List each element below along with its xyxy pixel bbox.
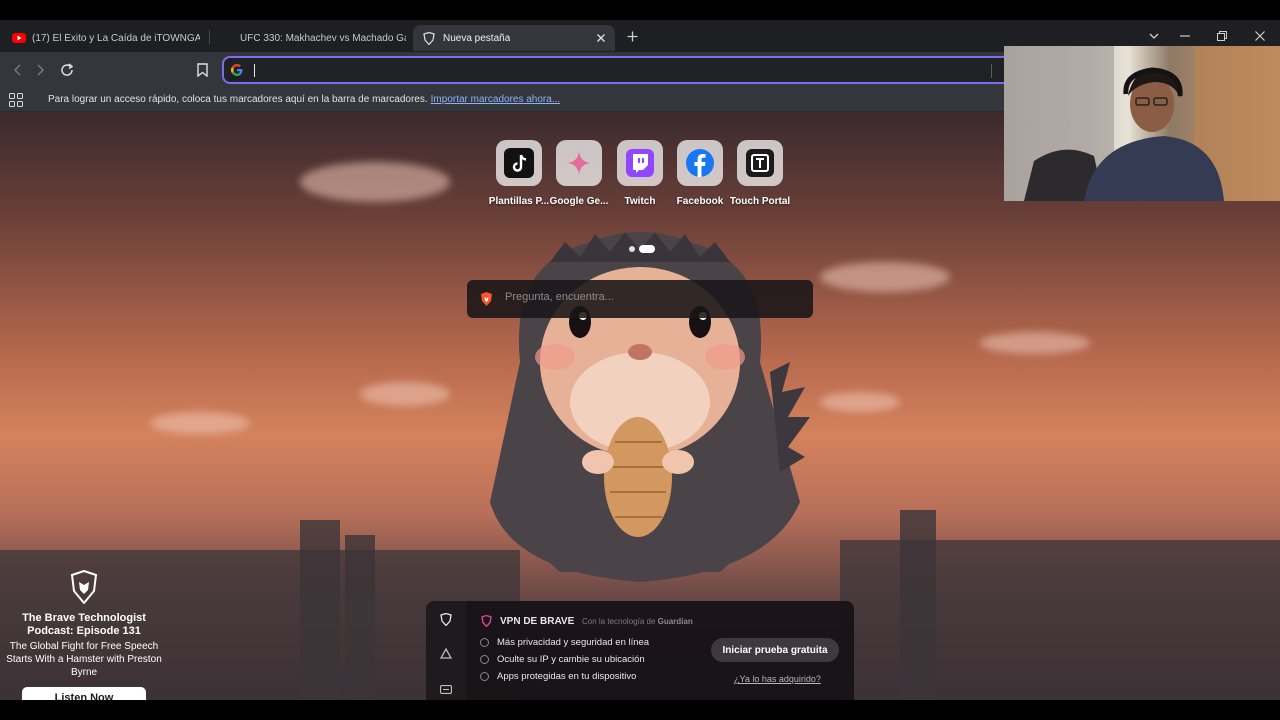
arrow-left-icon [14, 64, 21, 76]
twitch-icon [626, 149, 654, 177]
vpn-title: VPN DE BRAVE [500, 616, 575, 627]
hamster-illustration [490, 232, 810, 582]
vpn-feature-text: Apps protegidas en tu dispositivo [497, 671, 637, 682]
omnibox-divider [991, 64, 992, 78]
bookmarks-hint: Para lograr un acceso rápido, coloca tus… [48, 94, 428, 105]
shortcut-tile [496, 140, 542, 186]
tab-youtube[interactable]: (17) El Éxito y La Caída de iTOWNGAMEPLA… [8, 25, 200, 51]
back-button[interactable] [7, 60, 27, 80]
shortcut-page-dots[interactable] [629, 245, 659, 253]
shortcut-label: Google Ge... [549, 196, 609, 207]
check-circle-icon [480, 672, 489, 681]
reload-icon [61, 63, 74, 76]
tab-label: Nueva pestaña [443, 32, 511, 44]
touch-portal-icon [746, 149, 774, 177]
vpn-widget: VPN DE BRAVE Con la tecnología de Guardi… [466, 601, 854, 700]
tab-label: (17) El Éxito y La Caída de iTOWNGAMEPLA… [32, 32, 200, 44]
background-cloud [820, 262, 950, 292]
shortcut-google-gemini[interactable]: Google Ge... [544, 140, 614, 207]
restore-button[interactable] [1212, 26, 1232, 46]
podcast-description: The Global Fight for Free Speech Starts … [6, 641, 162, 678]
forward-button[interactable] [31, 60, 51, 80]
address-bar[interactable] [222, 56, 1022, 84]
search-box[interactable] [467, 280, 813, 318]
check-circle-icon [480, 655, 489, 664]
brave-shield-icon [423, 31, 435, 45]
screen: (17) El Éxito y La Caída de iTOWNGAMEPLA… [0, 0, 1280, 720]
search-input[interactable] [505, 291, 795, 303]
minimize-icon [1180, 35, 1190, 37]
vpn-feature-item: Apps protegidas en tu dispositivo [480, 671, 636, 682]
youtube-icon [12, 33, 26, 43]
shortcut-tile [677, 140, 723, 186]
start-free-trial-button[interactable]: Iniciar prueba gratuita [711, 638, 839, 662]
widget-rail [426, 601, 466, 700]
webcam-person-image [1004, 46, 1280, 201]
minimize-button[interactable] [1175, 26, 1195, 46]
podcast-promo: The Brave Technologist Podcast: Episode … [0, 564, 168, 700]
google-icon [231, 64, 243, 76]
close-tab-icon[interactable] [596, 33, 606, 43]
tab-separator [209, 30, 210, 44]
webcam-overlay [1004, 46, 1280, 201]
new-tab-button[interactable] [622, 26, 642, 46]
bookmark-icon [196, 63, 208, 77]
shield-icon [440, 612, 452, 626]
vpn-powered-by: Con la tecnología de Guardian [582, 617, 693, 626]
background-cloud [360, 382, 450, 406]
vpn-shield-icon [481, 615, 492, 627]
bookmark-button[interactable] [192, 60, 212, 80]
tab-label: UFC 330: Makhachev vs Machado Garry [240, 32, 406, 44]
shortcut-tile [617, 140, 663, 186]
shortcut-tile [737, 140, 783, 186]
reload-button[interactable] [57, 60, 77, 80]
background-cloud [980, 332, 1090, 354]
rewards-widget-tab[interactable] [438, 645, 454, 661]
background-cloud [150, 412, 250, 434]
check-circle-icon [480, 638, 489, 647]
powered-by-text: Con la tecnología de [582, 617, 656, 626]
background-cloud [300, 162, 450, 202]
page-dot[interactable] [629, 246, 635, 252]
vpn-feature-text: Oculte su IP y cambie su ubicación [497, 654, 645, 665]
arrow-right-icon [37, 64, 44, 76]
page-dot-active[interactable] [639, 245, 655, 253]
gemini-icon [567, 151, 591, 175]
listen-now-button[interactable]: Listen Now [22, 687, 146, 700]
background-cloud [820, 392, 900, 412]
text-cursor [254, 64, 255, 77]
talk-widget-tab[interactable] [438, 681, 454, 697]
already-purchased-link[interactable]: ¿Ya lo has adquirido? [734, 674, 821, 684]
restore-icon [1217, 31, 1227, 41]
podcast-title: The Brave Technologist Podcast: Episode … [22, 612, 146, 637]
vpn-feature-text: Más privacidad y seguridad en línea [497, 637, 650, 648]
ufc-icon [220, 32, 232, 44]
bookmarks-message: Para lograr un acceso rápido, coloca tus… [48, 94, 560, 105]
guardian-logo: Guardian [657, 617, 693, 626]
close-window-button[interactable] [1250, 26, 1270, 46]
triangle-icon [440, 647, 452, 659]
shortcut-label: Touch Portal [729, 196, 791, 207]
vpn-feature-item: Oculte su IP y cambie su ubicación [480, 654, 645, 665]
tab-search-button[interactable] [1144, 26, 1164, 46]
close-icon [1255, 31, 1265, 41]
tab-ufc[interactable]: UFC 330: Makhachev vs Machado Garry [216, 25, 406, 51]
brave-logo-icon [481, 292, 492, 306]
tiktok-icon [504, 148, 534, 178]
shortcut-tile [556, 140, 602, 186]
city-building [345, 535, 375, 700]
import-bookmarks-link[interactable]: Importar marcadores ahora... [431, 94, 561, 105]
city-building [900, 510, 936, 700]
vpn-widget-tab[interactable] [438, 611, 454, 627]
city-building [300, 520, 340, 700]
chevron-down-icon [1149, 33, 1159, 39]
facebook-icon [686, 149, 714, 177]
tab-new-tab[interactable]: Nueva pestaña [413, 25, 615, 51]
video-camera-icon [440, 684, 452, 694]
plus-icon [627, 31, 637, 41]
shortcut-touch-portal[interactable]: Touch Portal [725, 140, 795, 207]
apps-grid-icon[interactable] [9, 93, 23, 107]
brave-lion-icon [70, 570, 98, 604]
vpn-feature-item: Más privacidad y seguridad en línea [480, 637, 649, 648]
